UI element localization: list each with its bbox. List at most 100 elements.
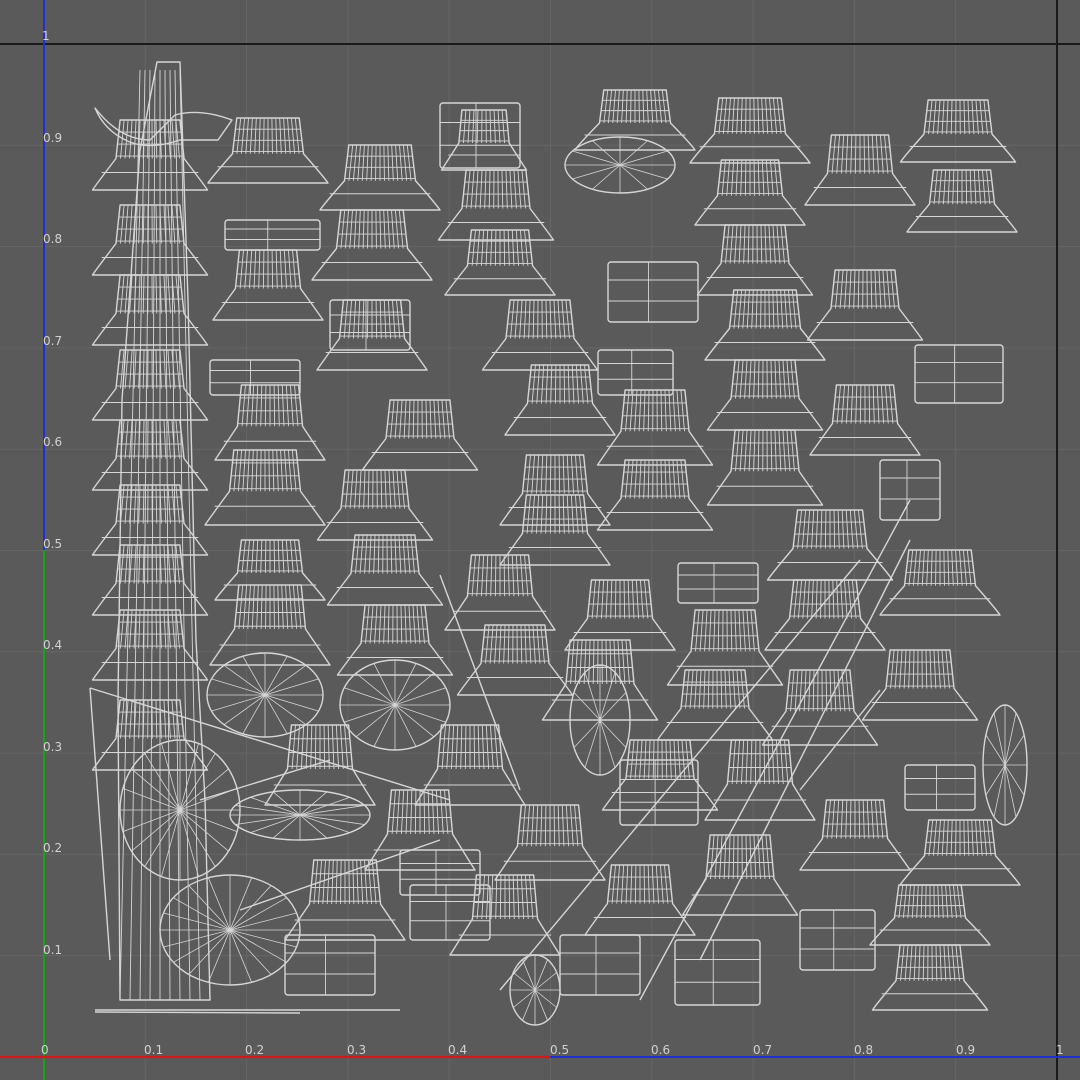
shell-edge [314,724,317,770]
shell-edge [558,454,561,494]
shell-edge [265,584,267,630]
shell-edge [264,384,267,427]
shell-edge [634,864,637,904]
shell-edge [544,804,547,847]
shell-edge [854,134,857,174]
shell-edge [956,169,959,205]
shell-edge [262,249,265,289]
u-tick-label: 0.5 [550,1043,569,1057]
shell-edge [464,724,467,770]
shell-edge [260,449,262,492]
shell-edge [473,724,476,770]
shell-edge [858,799,861,839]
shell-edge [643,864,646,904]
shell-edge [271,249,274,289]
v-tick-label: 0.5 [43,537,62,551]
shell-edge [563,364,566,404]
u-tick-label: 0.3 [347,1043,366,1057]
shell-edge [760,289,762,329]
shell-edge [503,229,506,266]
shell-edge [859,384,862,424]
shell-edge [744,159,747,196]
shell-edge [508,874,511,920]
shell-edge [263,117,265,154]
v-tick-label: 0.2 [43,841,62,855]
u-tick-label: 0.7 [753,1043,772,1057]
shell-edge [367,209,369,249]
shell-edge [925,884,927,919]
shell-edge [935,549,937,586]
shell-edge [375,209,377,249]
shell-edge [494,554,497,597]
shell-edge [638,89,640,124]
shell-edge [745,97,747,134]
shell-edge [824,509,827,549]
shell-edge [268,449,270,492]
uv-shell[interactable] [569,664,631,776]
uv-shell[interactable] [159,874,301,986]
shell-edge [955,819,957,856]
shell-edge [965,169,968,205]
u-tick-label: 0.8 [854,1043,873,1057]
u-tick-label: 0.1 [144,1043,163,1057]
shell-edge [863,134,866,174]
shell-edge [383,144,385,181]
shell-edge [943,549,945,586]
shell-edge [828,579,830,619]
shell-edge [849,799,852,839]
shell-edge [623,579,626,619]
shell-edge [414,789,417,835]
uv-shell[interactable] [206,652,324,738]
v-tick-label: 0.6 [43,435,62,449]
v-tick-label: 0.7 [43,334,62,348]
v-tick-label: 0.4 [43,638,62,652]
shell-edge [763,739,766,785]
v-tick-label: 0.8 [43,232,62,246]
shell-edge [963,819,965,856]
shell-edge [753,159,756,196]
shell-edge [820,579,822,619]
shell-edge [558,494,561,534]
shell-edge [499,874,502,920]
v-tick-label: 0.9 [43,131,62,145]
uv-shell[interactable] [119,739,241,881]
shell-edge [753,97,755,134]
shell-edge [423,789,426,835]
u-tick-label: 0.9 [956,1043,975,1057]
u-tick-label: 0.4 [448,1043,467,1057]
v-tick-label: 0.3 [43,740,62,754]
uv-editor-viewport[interactable]: 0 0.1 0.2 0.3 0.4 0.5 0.6 0.7 0.8 0.9 1 … [0,0,1080,1080]
shell-edge [933,884,935,919]
uv-shell[interactable] [229,789,371,841]
shell-edge [273,584,275,630]
shell-edge [549,494,552,534]
uv-shell[interactable] [509,954,561,1026]
shell-edge [630,89,632,124]
uv-shell[interactable] [564,136,676,194]
u-tick-label: 0 [41,1043,49,1057]
shell-edge [554,364,557,404]
v-tick-label: 1 [42,29,50,43]
shell-edge [503,554,506,597]
shell-edge [754,739,757,785]
shell-edge [273,539,276,574]
shell-edge [868,384,871,424]
uv-shell[interactable] [982,704,1028,826]
v-tick-label: 0.1 [43,943,62,957]
shell-edge [264,539,267,574]
shell-edge [375,144,377,181]
uv-shell[interactable] [339,659,451,751]
shell-edge [549,454,552,494]
shell-edge [614,579,617,619]
shell-edge [833,509,836,549]
shell-edge [553,804,556,847]
shell-edge [271,117,273,154]
shell-edge [348,859,350,905]
u-tick-label: 1 [1056,1043,1064,1057]
shell-edge [340,859,342,905]
u-tick-label: 0.6 [651,1043,670,1057]
shell-edge [273,384,276,427]
shell-edge [768,289,770,329]
u-tick-label: 0.2 [245,1043,264,1057]
shell-edge [494,229,497,266]
